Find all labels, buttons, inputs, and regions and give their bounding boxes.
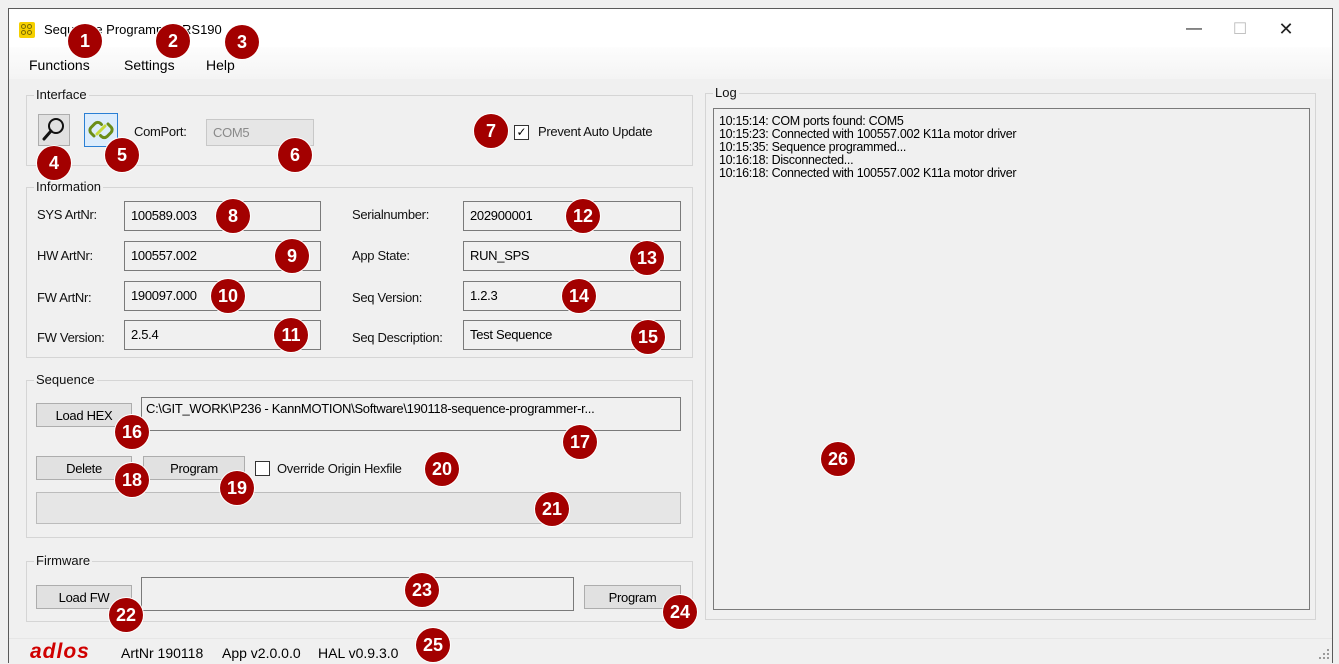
marker-13: 13 [630,241,664,275]
menu-settings[interactable]: Settings [124,57,175,73]
marker-20: 20 [425,452,459,486]
fw-artnr-label: FW ArtNr: [37,290,92,305]
comport-label: ComPort: [134,124,187,139]
status-bar [9,638,1332,664]
marker-2: 2 [156,24,190,58]
sequence-group-label: Sequence [34,372,97,387]
prevent-auto-update-label: Prevent Auto Update [538,124,653,139]
marker-22: 22 [109,598,143,632]
marker-4: 4 [37,146,71,180]
menu-bar: Functions Settings Help [9,47,1332,79]
resize-grip-icon[interactable] [1318,648,1330,660]
search-button[interactable] [38,114,70,146]
adlos-logo: adlos [30,640,90,663]
log-line: 10:16:18: Connected with 100557.002 K11a… [719,166,1017,180]
marker-6: 6 [278,138,312,172]
marker-18: 18 [115,463,149,497]
override-origin-checkbox[interactable] [255,461,270,476]
app-state-label: App State: [352,248,410,263]
hex-path-field: C:\GIT_WORK\P236 - KannMOTION\Software\1… [141,397,681,431]
title-bar: Sequence Programmer RS190 — ☐ ✕ [9,9,1332,47]
marker-16: 16 [115,415,149,449]
marker-1: 1 [68,24,102,58]
sys-artnr-label: SYS ArtNr: [37,207,97,222]
marker-11: 11 [274,318,308,352]
serialnumber-label: Serialnumber: [352,207,430,222]
override-origin-label: Override Origin Hexfile [277,461,402,476]
status-hal-version: HAL v0.9.3.0 [318,645,399,661]
marker-26: 26 [821,442,855,476]
seq-version-label: Seq Version: [352,290,423,305]
marker-25: 25 [416,628,450,662]
search-icon [42,118,64,141]
prevent-auto-update-checkbox[interactable]: ✓ [514,125,529,140]
status-app-version: App v2.0.0.0 [222,645,301,661]
marker-21: 21 [535,492,569,526]
app-icon [19,22,35,38]
marker-8: 8 [216,199,250,233]
hw-artnr-label: HW ArtNr: [37,248,93,263]
status-artnr: ArtNr 190118 [121,645,204,661]
marker-10: 10 [211,279,245,313]
firmware-group-label: Firmware [34,553,93,568]
marker-15: 15 [631,320,665,354]
marker-24: 24 [663,595,697,629]
marker-12: 12 [566,199,600,233]
log-group-label: Log [713,85,739,100]
information-group-label: Information [34,179,104,194]
marker-23: 23 [405,573,439,607]
marker-19: 19 [220,471,254,505]
interface-group-label: Interface [34,87,89,102]
fw-version-label: FW Version: [37,330,105,345]
marker-9: 9 [275,239,309,273]
maximize-button[interactable]: ☐ [1217,15,1263,43]
minimize-button[interactable]: — [1171,15,1217,43]
menu-help[interactable]: Help [206,57,235,73]
log-textbox[interactable]: 10:15:14: COM ports found: COM5 10:15:23… [713,108,1310,610]
close-button[interactable]: ✕ [1263,15,1309,43]
fw-path-field [141,577,574,611]
marker-3: 3 [225,25,259,59]
marker-14: 14 [562,279,596,313]
marker-7: 7 [474,114,508,148]
marker-17: 17 [563,425,597,459]
marker-5: 5 [105,138,139,172]
menu-functions[interactable]: Functions [29,57,90,73]
seq-description-label: Seq Description: [352,330,443,345]
